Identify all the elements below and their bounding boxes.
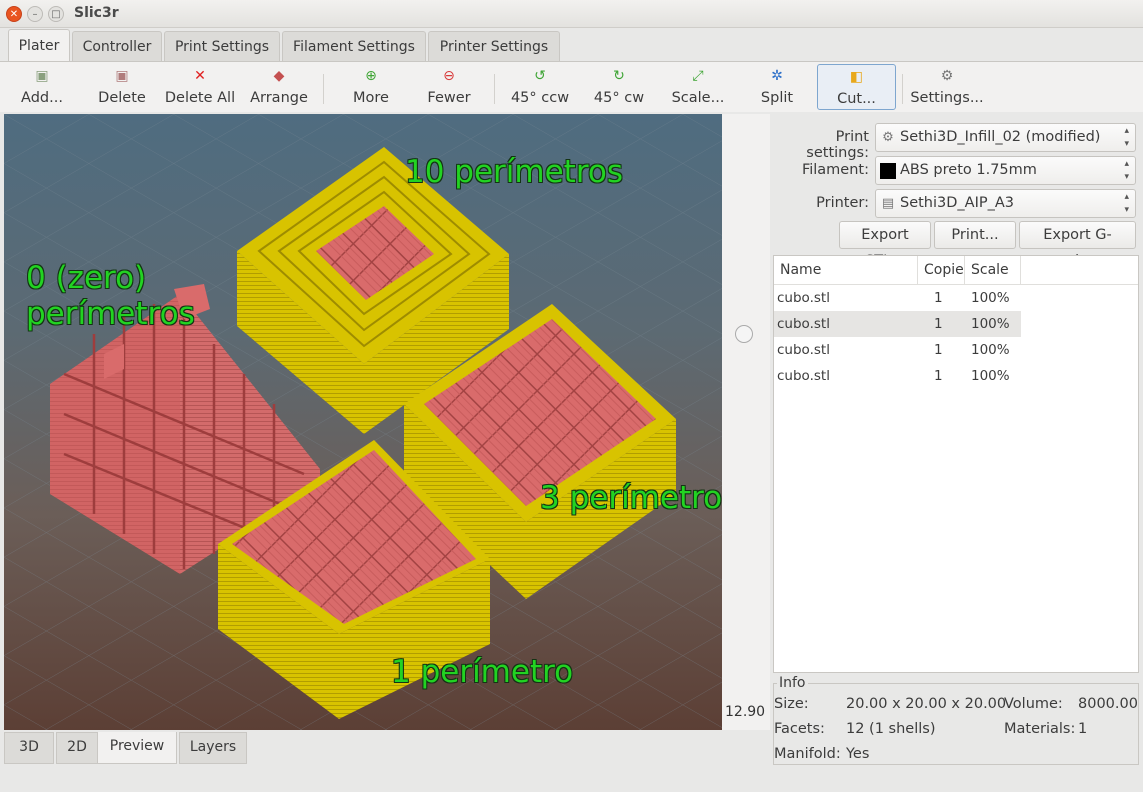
print-settings-label: Print settings: [806, 129, 869, 161]
table-row[interactable]: cubo.stl 1 100% [774, 285, 1021, 311]
tab-filament-settings[interactable]: Filament Settings [282, 31, 426, 61]
rotate-ccw-icon: ↺ [534, 68, 546, 84]
volume-value: 8000.00 [1078, 696, 1138, 712]
chevron-updown-icon: ▴ ▾ [1124, 126, 1129, 149]
gear-icon: ⚙ [940, 68, 954, 84]
tab-3d[interactable]: 3D [4, 732, 54, 764]
tab-preview[interactable]: Preview [97, 732, 177, 764]
toolbar-separator [494, 74, 495, 104]
settings-button[interactable]: ⚙ Settings... [910, 64, 984, 110]
volume-label: Volume: [1004, 696, 1063, 712]
arrange-icon: ◆ [273, 68, 285, 84]
minimize-icon[interactable]: – [27, 6, 43, 22]
tab-2d[interactable]: 2D [56, 732, 98, 764]
rotate-cw-icon: ↻ [613, 68, 625, 84]
size-label: Size: [774, 696, 809, 712]
split-icon: ✲ [771, 68, 783, 84]
label-zero-perimeters: 0 (zero) [26, 260, 147, 296]
tab-layers[interactable]: Layers [179, 732, 247, 764]
tab-print-settings[interactable]: Print Settings [164, 31, 280, 61]
scale-button[interactable]: ⤢ Scale... [670, 64, 726, 110]
table-row[interactable]: cubo.stl 1 100% [774, 337, 1021, 363]
object-list[interactable]: Name Copie Scale cubo.stl 1 100% cubo.st… [773, 255, 1139, 673]
printer-icon: ▤ [881, 196, 895, 211]
minus-icon: ⊖ [443, 68, 455, 84]
export-gcode-button[interactable]: Export G-code... [1019, 221, 1136, 269]
layer-height-readout: 12.90 [725, 704, 766, 720]
delete-object-icon: ▣ [115, 68, 129, 84]
chevron-updown-icon: ▴ ▾ [1124, 159, 1129, 182]
scale-icon: ⤢ [692, 68, 704, 84]
preview-scene [4, 114, 722, 730]
preview-viewport[interactable]: 0 (zero) perímetros 10 perímetros 3 perí… [4, 114, 722, 730]
cross-icon: ✕ [194, 68, 206, 84]
table-row-selected[interactable]: cubo.stl 1 100% [774, 311, 1021, 337]
facets-label: Facets: [774, 721, 825, 737]
facets-value: 12 (1 shells) [846, 721, 936, 737]
delete-button[interactable]: ▣ Delete [94, 64, 150, 110]
filament-select[interactable]: ABS preto 1.75mm ▴ ▾ [875, 156, 1136, 185]
more-button[interactable]: ⊕ More [344, 64, 398, 110]
print-button[interactable]: Print... [934, 221, 1016, 249]
toolbar-separator [323, 74, 324, 104]
manifold-value: Yes [846, 746, 870, 762]
split-button[interactable]: ✲ Split [752, 64, 802, 110]
size-value: 20.00 x 20.00 x 20.00 [846, 696, 1007, 712]
maximize-icon[interactable]: □ [48, 6, 64, 22]
add-object-icon: ▣ [35, 68, 49, 84]
title-bar: ✕ – □ Slic3r [0, 0, 1143, 28]
gear-icon: ⚙ [882, 130, 894, 145]
main-tabs: Plater Controller Print Settings Filamen… [0, 29, 1143, 62]
arrange-button[interactable]: ◆ Arrange [246, 64, 312, 110]
label-ten-perimeters: 10 perímetros [405, 154, 624, 190]
table-row[interactable]: cubo.stl 1 100% [774, 363, 1021, 389]
column-scale[interactable]: Scale [965, 256, 1021, 285]
rotate-cw-button[interactable]: ↻ 45° cw [590, 64, 648, 110]
manifold-label: Manifold: [774, 746, 841, 762]
chevron-updown-icon: ▴ ▾ [1124, 192, 1129, 215]
label-zero-perimeters-cont: perímetros [26, 296, 195, 332]
materials-label: Materials: [1004, 721, 1076, 737]
delete-all-button[interactable]: ✕ Delete All [164, 64, 236, 110]
cut-icon: ◧ [849, 69, 864, 85]
materials-value: 1 [1078, 721, 1088, 737]
column-name[interactable]: Name [774, 256, 918, 285]
label-one-perimeter: 1 perímetro [391, 654, 574, 690]
tab-printer-settings[interactable]: Printer Settings [428, 31, 560, 61]
add-button[interactable]: ▣ Add... [14, 64, 70, 110]
window-title: Slic3r [74, 5, 119, 21]
fewer-button[interactable]: ⊖ Fewer [422, 64, 476, 110]
export-stl-button[interactable]: Export STL... [839, 221, 931, 269]
rotate-ccw-button[interactable]: ↺ 45° ccw [506, 64, 574, 110]
tab-plater[interactable]: Plater [8, 29, 70, 62]
toolbar-separator [902, 74, 903, 104]
layer-slider-panel [722, 114, 770, 730]
info-title: Info [777, 675, 808, 691]
object-list-header: Name Copie Scale [774, 256, 1138, 285]
printer-select[interactable]: ▤ Sethi3D_AIP_A3 ▴ ▾ [875, 189, 1136, 218]
printer-label: Printer: [816, 195, 869, 211]
tab-controller[interactable]: Controller [72, 31, 162, 61]
filament-color-swatch [880, 163, 896, 179]
toolbar: ▣ Add... ▣ Delete ✕ Delete All ◆ Arrange… [0, 62, 1143, 112]
plus-icon: ⊕ [365, 68, 377, 84]
filament-label: Filament: [801, 162, 869, 178]
close-icon[interactable]: ✕ [6, 6, 22, 22]
column-copies[interactable]: Copie [918, 256, 965, 285]
print-settings-select[interactable]: ⚙ Sethi3D_Infill_02 (modified) ▴ ▾ [875, 123, 1136, 152]
cut-button[interactable]: ◧ Cut... [817, 64, 896, 110]
label-three-perimeters: 3 perímetros [540, 480, 722, 516]
layer-slider-handle[interactable] [735, 325, 753, 343]
info-box: Info Size: 20.00 x 20.00 x 20.00 Volume:… [773, 675, 1139, 765]
